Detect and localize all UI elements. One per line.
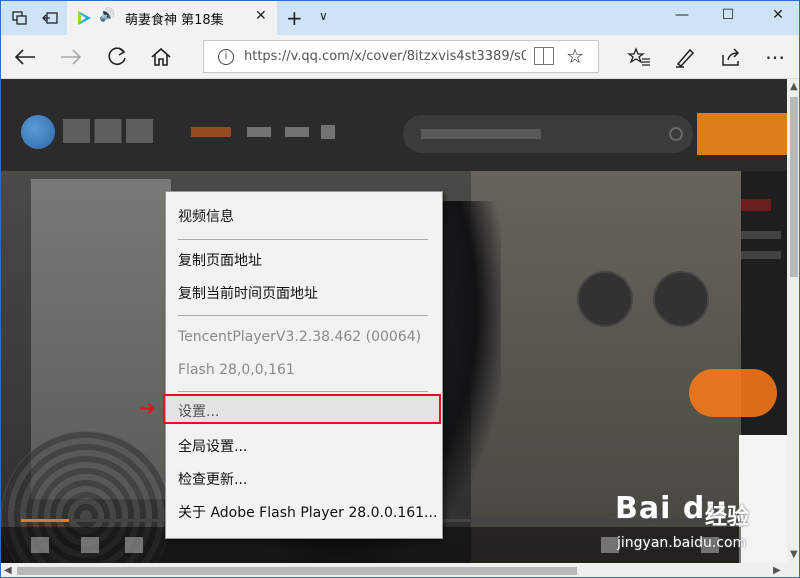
tencent-video-favicon-icon — [78, 11, 91, 25]
web-note-pen-icon[interactable] — [671, 43, 699, 71]
scroll-down-icon[interactable]: ▼ — [790, 549, 798, 560]
menu-separator — [178, 391, 428, 392]
scroll-up-icon[interactable]: ▲ — [790, 81, 798, 92]
close-window-button[interactable]: ✕ — [763, 7, 793, 29]
vertical-scrollbar[interactable]: ▲ ▼ — [787, 79, 799, 563]
side-panel-text — [741, 251, 781, 259]
address-bar[interactable]: i https://v.qq.com/x/cover/8itzxvis4st33… — [203, 40, 599, 73]
back-arrow-icon[interactable] — [11, 43, 39, 71]
refresh-icon[interactable] — [103, 43, 131, 71]
active-tab[interactable]: 🔊 萌妻食神 第18集 ✕ — [67, 1, 277, 35]
search-placeholder — [421, 129, 541, 139]
menu-separator — [178, 239, 428, 240]
reading-view-icon[interactable] — [534, 47, 554, 65]
player-overlay-button[interactable] — [577, 271, 633, 327]
header-nav-item[interactable] — [247, 127, 271, 137]
maximize-button[interactable]: ☐ — [713, 7, 743, 29]
menu-item-copy-time-url[interactable]: 复制当前时间页面地址 — [166, 279, 442, 309]
tab-title: 萌妻食神 第18集 — [125, 13, 224, 28]
site-info-icon[interactable]: i — [218, 49, 234, 65]
favorite-star-icon[interactable]: ☆ — [566, 44, 584, 68]
header-nav-item[interactable] — [285, 127, 309, 137]
settings-highlight-box — [163, 394, 441, 424]
header-nav-item[interactable] — [191, 127, 231, 137]
more-menu-icon[interactable]: ⋯ — [761, 43, 789, 71]
flash-context-menu: 视频信息 复制页面地址 复制当前时间页面地址 TencentPlayerV3.2… — [165, 191, 443, 539]
audio-playing-icon[interactable]: 🔊 — [99, 8, 115, 23]
danmaku-icon[interactable] — [125, 537, 143, 553]
browser-window: 🔊 萌妻食神 第18集 ✕ + ∨ — ☐ ✕ i https://v.qq.c… — [0, 0, 800, 578]
horizontal-scroll-thumb[interactable] — [17, 567, 577, 575]
next-icon[interactable] — [81, 537, 99, 553]
menu-item-global-settings[interactable]: 全局设置... — [166, 432, 442, 462]
close-tab-icon[interactable]: ✕ — [255, 8, 267, 24]
menu-separator — [178, 315, 428, 316]
tab-bar: 🔊 萌妻食神 第18集 ✕ + ∨ — ☐ ✕ — [1, 1, 799, 35]
menu-item-about-flash[interactable]: 关于 Adobe Flash Player 28.0.0.161... — [166, 498, 442, 528]
watermark-url: jingyan.baidu.com — [617, 535, 747, 551]
site-header — [1, 79, 787, 171]
favorites-list-icon[interactable] — [625, 43, 653, 71]
horizontal-scrollbar[interactable]: ◀ ▶ — [1, 563, 799, 577]
site-search-input[interactable] — [403, 115, 693, 153]
share-icon[interactable] — [717, 43, 745, 71]
set-tabs-aside-icon[interactable] — [39, 7, 61, 29]
tencent-video-logo[interactable] — [21, 115, 55, 149]
watermark-product: 经验 — [705, 505, 750, 530]
navigation-bar: i https://v.qq.com/x/cover/8itzxvis4st33… — [1, 35, 799, 79]
header-plus-icon[interactable] — [321, 125, 335, 139]
scroll-right-icon[interactable]: ▶ — [773, 565, 781, 576]
video-progress-fill — [21, 519, 69, 522]
menu-item-video-info[interactable]: 视频信息 — [166, 202, 442, 232]
menu-item-check-updates[interactable]: 检查更新... — [166, 465, 442, 495]
minimize-button[interactable]: — — [667, 7, 697, 29]
vertical-scroll-thumb[interactable] — [790, 97, 798, 277]
site-action-button[interactable] — [697, 113, 787, 155]
forward-arrow-icon[interactable] — [57, 43, 85, 71]
site-logo-text — [63, 119, 153, 143]
url-text[interactable]: https://v.qq.com/x/cover/8itzxvis4st3389… — [244, 49, 526, 64]
tabs-aside-icon[interactable] — [9, 7, 31, 29]
promo-badge[interactable] — [689, 369, 777, 417]
scroll-left-icon[interactable]: ◀ — [4, 565, 12, 576]
side-panel-text — [741, 231, 781, 239]
new-tab-button[interactable]: + — [286, 6, 303, 30]
tab-preview-chevron-icon[interactable]: ∨ — [319, 9, 328, 23]
menu-item-flash-version: Flash 28,0,0,161 — [178, 362, 295, 378]
player-overlay-button[interactable] — [653, 271, 709, 327]
annotation-arrow-icon: ➔ — [139, 396, 156, 420]
home-icon[interactable] — [147, 43, 175, 71]
baidu-jingyan-watermark: Bai du 经验 jingyan.baidu.com — [615, 491, 749, 551]
side-panel-label — [741, 199, 771, 211]
play-icon[interactable] — [31, 537, 49, 553]
menu-item-copy-page-url[interactable]: 复制页面地址 — [166, 246, 442, 276]
search-icon[interactable] — [669, 127, 683, 141]
menu-item-player-version: TencentPlayerV3.2.38.462 (00064) — [178, 329, 422, 345]
